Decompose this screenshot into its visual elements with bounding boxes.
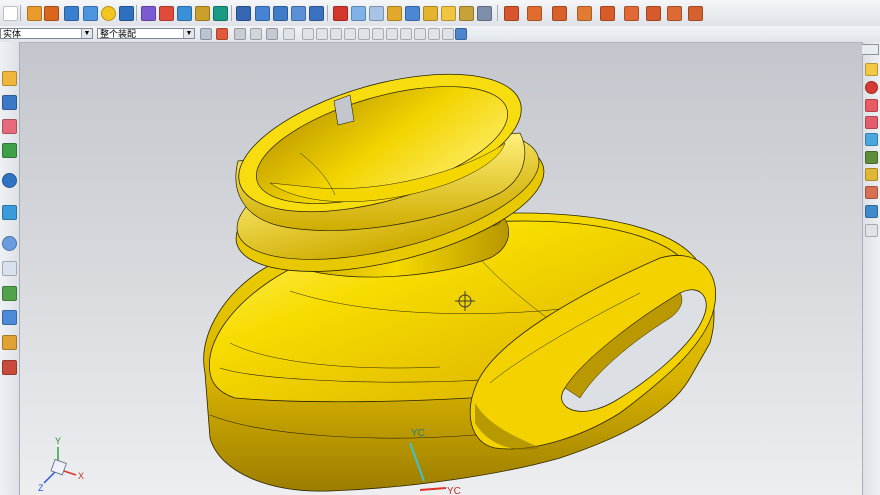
filter-icon[interactable] bbox=[200, 28, 212, 40]
point-on-curve-icon[interactable] bbox=[414, 28, 426, 40]
system-scenes-icon[interactable] bbox=[2, 360, 17, 375]
toolbar-separator bbox=[231, 5, 232, 21]
pan-icon[interactable] bbox=[291, 6, 306, 21]
snap-settings-icon[interactable] bbox=[455, 28, 467, 40]
extrude-icon[interactable] bbox=[44, 6, 59, 21]
select-body-icon[interactable] bbox=[266, 28, 278, 40]
explode-icon[interactable] bbox=[667, 6, 682, 21]
wcs-icon[interactable] bbox=[195, 6, 210, 21]
xform-icon[interactable] bbox=[865, 224, 878, 237]
text-icon[interactable] bbox=[865, 133, 878, 146]
roles-icon[interactable] bbox=[2, 335, 17, 350]
control-point-icon[interactable] bbox=[330, 28, 342, 40]
cylinder-icon[interactable] bbox=[83, 6, 98, 21]
toolbar-separator bbox=[20, 5, 21, 21]
assembly-icon[interactable] bbox=[600, 6, 615, 21]
triad-z-label: Z bbox=[38, 483, 44, 493]
toolbar-separator bbox=[136, 5, 137, 21]
window-restore-button[interactable] bbox=[861, 44, 879, 55]
cone-icon[interactable] bbox=[119, 6, 134, 21]
toolbar-separator bbox=[327, 5, 328, 21]
manufacturing-wizard-icon[interactable] bbox=[2, 310, 17, 325]
wcs-y-label-bottom: YC bbox=[447, 486, 461, 495]
section-icon[interactable] bbox=[405, 6, 420, 21]
arc-center-icon[interactable] bbox=[358, 28, 370, 40]
block-icon[interactable] bbox=[64, 6, 79, 21]
tangent-icon[interactable] bbox=[372, 28, 384, 40]
color-grid-icon[interactable] bbox=[865, 151, 878, 164]
intersection-icon[interactable] bbox=[344, 28, 356, 40]
wireframe-icon[interactable] bbox=[351, 6, 366, 21]
bounded-grid-icon[interactable] bbox=[442, 28, 454, 40]
color-icon[interactable] bbox=[865, 81, 878, 94]
sphere-icon[interactable] bbox=[101, 6, 116, 21]
model-view: YC YC Y X Z bbox=[38, 73, 717, 495]
edit-object-display-icon[interactable] bbox=[865, 99, 878, 112]
sequence-icon[interactable] bbox=[688, 6, 703, 21]
assembly-navigator-icon[interactable] bbox=[2, 71, 17, 86]
curve-icon[interactable] bbox=[159, 6, 174, 21]
snap-point-icon[interactable] bbox=[216, 28, 228, 40]
web-browser-icon[interactable] bbox=[2, 173, 17, 188]
light-icon[interactable] bbox=[459, 6, 474, 21]
analysis-icon[interactable] bbox=[213, 6, 228, 21]
render-icon[interactable] bbox=[387, 6, 402, 21]
existing-point-icon[interactable] bbox=[400, 28, 412, 40]
body-icon[interactable] bbox=[552, 6, 567, 21]
show-hide-icon[interactable] bbox=[865, 116, 878, 129]
triad-x-label: X bbox=[78, 471, 84, 481]
chevron-down-icon[interactable]: ▼ bbox=[183, 29, 194, 38]
wcs-x-axis bbox=[419, 487, 447, 491]
component-icon[interactable] bbox=[577, 6, 592, 21]
toolbar-separator bbox=[497, 5, 498, 21]
wcs-y-label: YC bbox=[411, 428, 425, 439]
hidden-edge-icon[interactable] bbox=[369, 6, 384, 21]
triad-y-label: Y bbox=[55, 436, 61, 446]
quadrant-icon[interactable] bbox=[386, 28, 398, 40]
rectangle-select-icon[interactable] bbox=[283, 28, 295, 40]
translucency-icon[interactable] bbox=[865, 205, 878, 218]
measure-icon[interactable] bbox=[177, 6, 192, 21]
select-face-icon[interactable] bbox=[250, 28, 262, 40]
measure-distance-icon[interactable] bbox=[865, 63, 878, 76]
rotate-icon[interactable] bbox=[273, 6, 288, 21]
graphics-viewport[interactable]: YC YC Y X Z bbox=[20, 43, 862, 495]
view-orient-icon[interactable] bbox=[309, 6, 324, 21]
face-icon[interactable] bbox=[504, 6, 519, 21]
constraint-navigator-icon[interactable] bbox=[2, 95, 17, 110]
chevron-down-icon[interactable]: ▼ bbox=[81, 29, 92, 38]
history-icon[interactable] bbox=[2, 205, 17, 220]
camera-icon[interactable] bbox=[477, 6, 492, 21]
main-toolbar bbox=[0, 0, 880, 27]
feature-icon[interactable] bbox=[27, 6, 42, 21]
selection-scope-value: 整个装配 bbox=[100, 29, 137, 39]
selection-scope-select[interactable]: 整个装配 ▼ bbox=[97, 28, 195, 39]
select-all-icon[interactable] bbox=[234, 28, 246, 40]
sketch-icon[interactable] bbox=[141, 6, 156, 21]
endpoint-icon[interactable] bbox=[302, 28, 314, 40]
material-icon[interactable] bbox=[441, 6, 456, 21]
new-file-icon[interactable] bbox=[3, 6, 18, 21]
constraint-icon[interactable] bbox=[624, 6, 639, 21]
shaded-icon[interactable] bbox=[333, 6, 348, 21]
edge-icon[interactable] bbox=[527, 6, 542, 21]
midpoint-icon[interactable] bbox=[316, 28, 328, 40]
layer-icon[interactable] bbox=[423, 6, 438, 21]
process-studio-icon[interactable] bbox=[2, 286, 17, 301]
background-icon[interactable] bbox=[865, 186, 878, 199]
fit-icon[interactable] bbox=[236, 6, 251, 21]
reuse-library-icon[interactable] bbox=[2, 143, 17, 158]
mate-icon[interactable] bbox=[646, 6, 661, 21]
zoom-icon[interactable] bbox=[255, 6, 270, 21]
point-on-face-icon[interactable] bbox=[428, 28, 440, 40]
part-navigator-icon[interactable] bbox=[2, 119, 17, 134]
clock-icon[interactable] bbox=[2, 236, 17, 251]
type-filter-select[interactable]: 实体 ▼ bbox=[0, 28, 93, 39]
highlight-icon[interactable] bbox=[865, 168, 878, 181]
system-materials-icon[interactable] bbox=[2, 261, 17, 276]
view-triad: Y X Z bbox=[38, 436, 84, 493]
type-filter-value: 实体 bbox=[3, 29, 22, 39]
